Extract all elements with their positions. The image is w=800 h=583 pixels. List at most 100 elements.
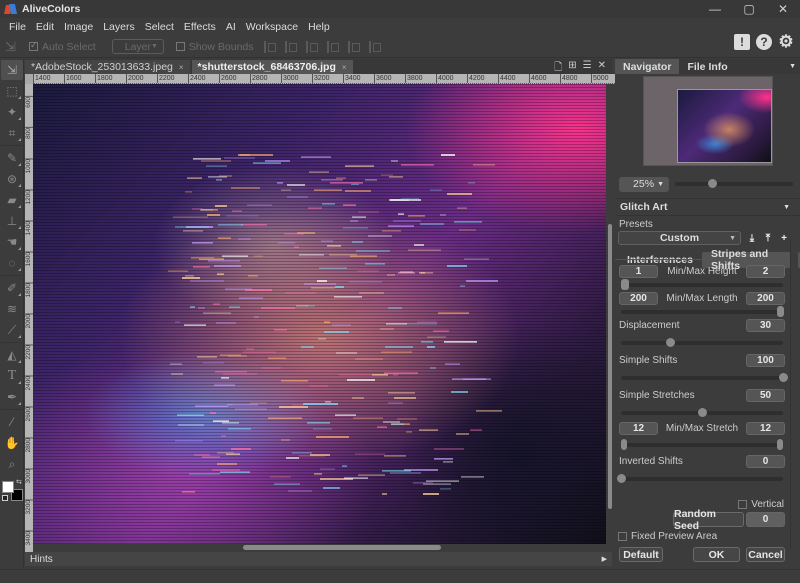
foreground-color-swatch[interactable]	[2, 481, 14, 493]
ok-button[interactable]: OK	[693, 547, 740, 562]
pencil-icon[interactable]: ✐	[1, 278, 23, 298]
default-button[interactable]: Default	[619, 547, 663, 562]
menu-file[interactable]: File	[4, 21, 31, 33]
hand-icon[interactable]: ✋	[1, 433, 23, 453]
add-preset-icon[interactable]: +	[779, 233, 789, 244]
fill-icon[interactable]: ◭	[1, 345, 23, 365]
inverted-shifts-input[interactable]: 0	[746, 455, 785, 468]
smudge-icon[interactable]: ☚	[1, 232, 23, 252]
panel-scrollbar[interactable]	[790, 239, 798, 549]
zoom-slider-knob[interactable]	[708, 179, 717, 188]
preset-select[interactable]: Custom ▼	[618, 231, 741, 245]
help-icon[interactable]: ?	[756, 34, 772, 50]
doc-tab-adobestock[interactable]: *AdobeStock_253013633.jpeg ×	[25, 60, 190, 74]
feedback-icon[interactable]: !	[734, 34, 750, 50]
move-tool-icon[interactable]: ⇲	[1, 60, 23, 80]
maximize-button[interactable]: ▢	[732, 0, 766, 18]
simple-shifts-input[interactable]: 100	[746, 354, 785, 367]
eraser-icon[interactable]: ▰	[1, 190, 23, 210]
stamp-icon[interactable]: ⊥	[1, 211, 23, 231]
horizontal-scrollbar[interactable]	[33, 544, 606, 552]
slider-knob[interactable]	[665, 338, 675, 347]
zoom-select[interactable]: 25% ▼	[619, 176, 669, 192]
range-min-handle[interactable]	[621, 439, 627, 450]
zoom-slider[interactable]	[675, 179, 793, 188]
slider-knob[interactable]	[698, 408, 707, 417]
gradient-icon[interactable]: ⟋	[1, 320, 23, 340]
brush-icon[interactable]: ✎	[1, 148, 23, 168]
simple-shifts-slider[interactable]	[621, 373, 788, 382]
random-seed-input[interactable]: 0	[746, 512, 785, 527]
vertical-scroll-thumb[interactable]	[608, 224, 612, 509]
tab-file-info[interactable]: File Info	[679, 59, 735, 74]
random-seed-button[interactable]: Random Seed	[673, 508, 744, 532]
menu-image[interactable]: Image	[59, 21, 98, 33]
menu-ai[interactable]: AI	[221, 21, 241, 33]
tab-navigator[interactable]: Navigator	[615, 59, 680, 74]
doc-tab-shutterstock[interactable]: *shutterstock_68463706.jpg ×	[191, 60, 353, 74]
simple-stretches-slider[interactable]	[621, 408, 783, 417]
menu-select[interactable]: Select	[140, 21, 179, 33]
align-right-icon[interactable]	[305, 40, 320, 53]
min-height-input[interactable]: 1	[619, 265, 658, 278]
min-max-stretch-slider[interactable]	[621, 439, 783, 450]
align-top-icon[interactable]	[326, 40, 341, 53]
inverted-shifts-slider[interactable]	[617, 474, 783, 483]
min-max-length-slider[interactable]	[621, 306, 785, 317]
swap-colors-icon[interactable]: ⇆	[16, 478, 22, 486]
magic-wand-icon[interactable]: ✦	[1, 102, 23, 122]
displacement-slider[interactable]	[621, 338, 783, 347]
close-tab-icon[interactable]: ×	[342, 63, 347, 72]
cancel-button[interactable]: Cancel	[746, 547, 785, 562]
crop-icon[interactable]: ⌗	[1, 123, 23, 143]
slider-knob[interactable]	[617, 474, 626, 483]
settings-icon[interactable]: ⚙	[778, 33, 794, 50]
navigator-viewport[interactable]	[677, 89, 772, 163]
show-bounds-checkbox[interactable]: Show Bounds	[175, 41, 254, 53]
layer-select[interactable]: Layer ▼	[111, 39, 164, 54]
menu-layers[interactable]: Layers	[98, 21, 140, 33]
min-length-input[interactable]: 200	[619, 292, 658, 305]
menu-workspace[interactable]: Workspace	[241, 21, 303, 33]
min-max-height-slider[interactable]	[621, 279, 783, 290]
align-center-v-icon[interactable]	[347, 40, 362, 53]
align-bottom-icon[interactable]	[368, 40, 383, 53]
horizontal-scroll-thumb[interactable]	[243, 545, 441, 550]
pen-icon[interactable]: ✒	[1, 387, 23, 407]
slider-knob[interactable]	[779, 373, 788, 382]
selection-tool-icon[interactable]: ⬚	[1, 81, 23, 101]
healing-icon[interactable]: ⊛	[1, 169, 23, 189]
max-height-input[interactable]: 2	[746, 265, 785, 278]
range-max-handle[interactable]	[623, 279, 630, 290]
vertical-scrollbar[interactable]	[606, 84, 614, 544]
close-button[interactable]: ✕	[766, 0, 800, 18]
close-tab-icon[interactable]: ×	[179, 63, 184, 72]
plugin-header[interactable]: Glitch Art ▼	[615, 198, 800, 216]
menu-edit[interactable]: Edit	[31, 21, 59, 33]
eyedropper-icon[interactable]: ⁄	[1, 412, 23, 432]
export-preset-icon[interactable]: ⤒	[763, 233, 773, 244]
menu-help[interactable]: Help	[303, 21, 335, 33]
fixed-preview-checkbox[interactable]: Fixed Preview Area	[615, 531, 789, 542]
import-preset-icon[interactable]: ⤓	[747, 233, 757, 244]
expand-hints-icon[interactable]: ▶	[602, 555, 607, 563]
range-max-handle[interactable]	[777, 439, 783, 450]
hints-panel[interactable]: Hints ▶	[25, 552, 612, 566]
collapse-icon[interactable]: ▼	[783, 204, 790, 211]
range-max-handle[interactable]	[777, 306, 783, 317]
menu-effects[interactable]: Effects	[179, 21, 221, 33]
max-stretch-input[interactable]: 12	[746, 422, 785, 435]
liquify-icon[interactable]: ≋	[1, 299, 23, 319]
simple-stretches-input[interactable]: 50	[746, 389, 785, 402]
align-center-h-icon[interactable]	[284, 40, 299, 53]
navigator-thumbnail[interactable]	[643, 76, 773, 166]
align-left-icon[interactable]	[263, 40, 278, 53]
text-icon[interactable]: T	[1, 366, 23, 386]
reset-colors-icon[interactable]	[2, 495, 8, 501]
auto-select-checkbox[interactable]: Auto Select	[29, 40, 96, 53]
minimize-button[interactable]: —	[698, 0, 732, 18]
min-stretch-input[interactable]: 12	[619, 422, 658, 435]
panel-menu-icon[interactable]: ▼	[789, 59, 796, 74]
max-length-input[interactable]: 200	[746, 292, 785, 305]
image-canvas[interactable]	[33, 84, 606, 544]
